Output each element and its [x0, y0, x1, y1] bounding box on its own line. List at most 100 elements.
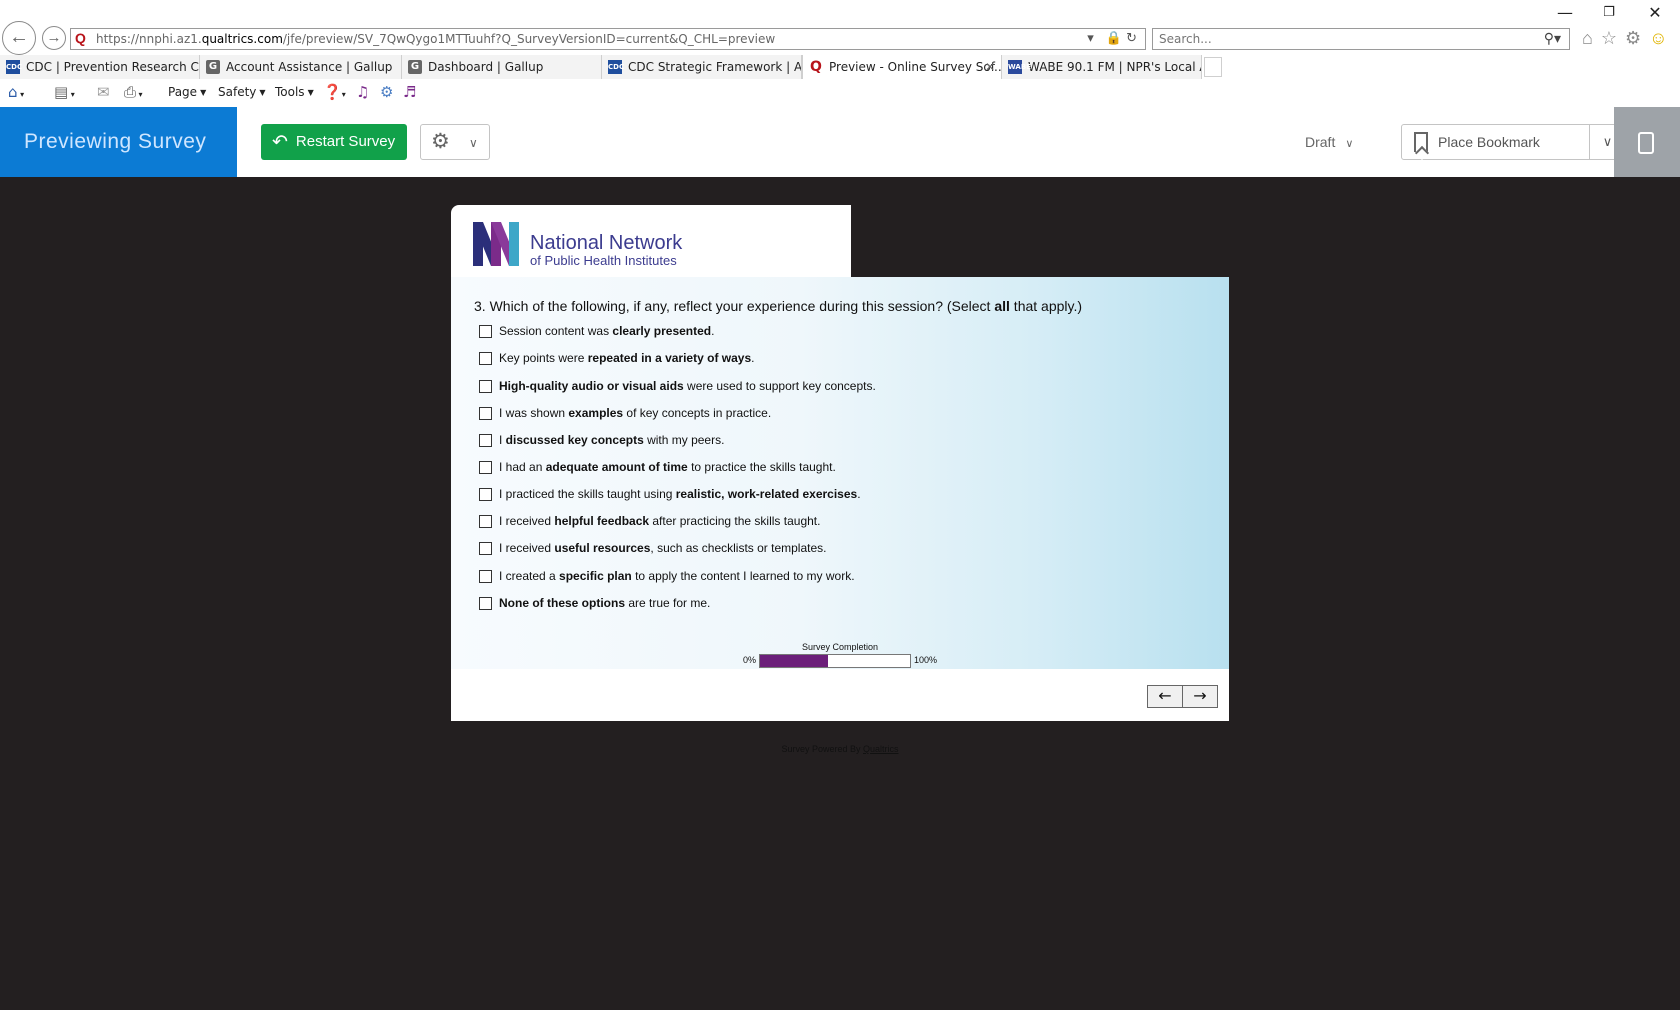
header-curve-decoration	[701, 205, 791, 277]
choice-label[interactable]: I received helpful feedback after practi…	[499, 511, 820, 531]
chevron-down-icon: ∨	[1602, 134, 1613, 149]
choice-checkbox[interactable]	[479, 380, 492, 393]
cdc-favicon-icon: CDC	[6, 60, 22, 74]
nnphi-logo-text: National Network of Public Health Instit…	[530, 232, 683, 268]
gear-icon: ⚙	[431, 130, 450, 153]
choice-label[interactable]: I had an adequate amount of time to prac…	[499, 457, 836, 477]
tab-wabe[interactable]: WABEWABE 90.1 FM | NPR's Local At...	[1002, 55, 1202, 79]
tab-gallup-account[interactable]: G Account Assistance | Gallup	[200, 55, 402, 79]
mobile-preview-button[interactable]	[1614, 107, 1680, 177]
address-actions[interactable]: ▾ 🔒↻	[1087, 31, 1141, 46]
feeds-icon[interactable]: ▤ ▾	[54, 83, 75, 101]
safety-menu[interactable]: Safety ▼	[218, 85, 266, 99]
qualtrics-favicon-icon: Q	[75, 30, 86, 46]
survey-header: National Network of Public Health Instit…	[451, 205, 1229, 277]
address-bar[interactable]: Q https://nnphi.az1.qualtrics.com/jfe/pr…	[70, 28, 1146, 50]
addon-gear-icon[interactable]: ⚙	[380, 83, 393, 101]
browser-search-input[interactable]	[1159, 31, 1509, 47]
choice-checkbox[interactable]	[479, 597, 492, 610]
next-button[interactable]: →	[1182, 685, 1218, 708]
choice-label[interactable]: High-quality audio or visual aids were u…	[499, 376, 876, 396]
undo-arrow-icon: ↶	[272, 132, 288, 153]
settings-gear-icon[interactable]: ⚙	[1625, 28, 1649, 48]
onenote-icon[interactable]: ♫	[356, 83, 369, 101]
choice-label[interactable]: None of these options are true for me.	[499, 593, 710, 613]
tab-strip: CDC CDC | Prevention Research Ce... G Acco…	[0, 55, 1680, 79]
close-tab-icon[interactable]: ✕	[985, 55, 995, 79]
qualtrics-favicon-icon: Q	[810, 59, 822, 75]
tab-cdc-framework[interactable]: CDC CDC Strategic Framework | Ab...	[602, 55, 802, 79]
choice-label[interactable]: I received useful resources, such as che…	[499, 538, 826, 558]
address-url: https://nnphi.az1.qualtrics.com/jfe/prev…	[96, 32, 776, 46]
choice-checkbox[interactable]	[479, 488, 492, 501]
mobile-device-icon	[1638, 132, 1654, 154]
progress-min-label: 0%	[743, 655, 757, 665]
addon-icon[interactable]: ♬	[403, 83, 416, 101]
minimize-icon[interactable]: —	[1542, 0, 1588, 26]
choice-label[interactable]: Key points were repeated in a variety of…	[499, 348, 754, 368]
draft-version-dropdown[interactable]: Draft ∨	[1305, 134, 1353, 150]
home-icon[interactable]: ⌂ ▾	[8, 83, 24, 101]
mail-icon[interactable]: ✉	[97, 83, 110, 101]
browser-chrome: — ❐ ✕ ← → Q https://nnphi.az1.qualtrics.…	[0, 0, 1680, 107]
help-icon[interactable]: ❓▾	[323, 83, 346, 101]
restart-survey-button[interactable]: ↶ Restart Survey	[261, 124, 407, 160]
progress-bar	[759, 654, 911, 668]
qualtrics-link[interactable]: Qualtrics	[863, 744, 899, 754]
question-body: 3. Which of the following, if any, refle…	[451, 277, 1229, 669]
progress-bar-fill	[760, 655, 828, 667]
question-text: 3. Which of the following, if any, refle…	[474, 298, 1083, 314]
gallup-favicon-icon: G	[206, 60, 220, 74]
nnphi-logo-icon	[473, 222, 519, 266]
search-icon[interactable]: ⚲▾	[1544, 30, 1561, 47]
close-window-icon[interactable]: ✕	[1632, 0, 1678, 26]
progress-max-label: 100%	[914, 655, 938, 665]
powered-by-footer: Survey Powered By Qualtrics	[781, 744, 899, 754]
command-bar: ⌂ ▾ ▤ ▾ ✉ ⎙ ▾ Page ▼ Safety ▼ Tools ▼ ❓▾ ♫ …	[0, 80, 1680, 106]
previous-button[interactable]: ←	[1147, 685, 1183, 708]
tab-cdc-prevention[interactable]: CDC CDC | Prevention Research Ce...	[0, 55, 200, 79]
tab-gallup-dashboard[interactable]: G Dashboard | Gallup	[402, 55, 602, 79]
choice-checkbox[interactable]	[479, 542, 492, 555]
home-icon[interactable]: ⌂	[1582, 28, 1601, 48]
cdc-favicon-icon: CDC	[608, 60, 624, 74]
progress-label: Survey Completion	[801, 642, 879, 652]
lock-icon[interactable]: 🔒	[1106, 31, 1126, 46]
dropdown-icon[interactable]: ▾	[1087, 31, 1098, 46]
choice-checkbox[interactable]	[479, 352, 492, 365]
tools-menu[interactable]: Tools ▼	[275, 85, 314, 99]
preview-options-button[interactable]: ⚙ ∨	[420, 124, 490, 160]
survey-nav-footer: ← →	[451, 669, 1229, 721]
choice-label[interactable]: I was shown examples of key concepts in …	[499, 403, 771, 423]
tab-preview-survey[interactable]: Q Preview - Online Survey Sof... ✕	[802, 55, 1002, 79]
previewing-survey-title: Previewing Survey	[0, 107, 237, 177]
choice-label[interactable]: Session content was clearly presented.	[499, 321, 714, 341]
new-tab-button[interactable]	[1204, 57, 1222, 77]
choice-checkbox[interactable]	[479, 325, 492, 338]
bookmark-icon	[1414, 132, 1428, 152]
print-icon[interactable]: ⎙ ▾	[124, 83, 143, 101]
page-menu[interactable]: Page ▼	[168, 85, 206, 99]
choice-checkbox[interactable]	[479, 407, 492, 420]
feedback-smiley-icon[interactable]: ☺	[1649, 28, 1675, 48]
choice-label[interactable]: I discussed key concepts with my peers.	[499, 430, 724, 450]
choice-checkbox[interactable]	[479, 434, 492, 447]
forward-button[interactable]: →	[42, 26, 66, 50]
chevron-down-icon: ∨	[1345, 138, 1354, 150]
favorites-star-icon[interactable]: ☆	[1601, 28, 1625, 48]
restore-icon[interactable]: ❐	[1586, 0, 1632, 26]
place-bookmark-button[interactable]: Place Bookmark	[1401, 124, 1590, 160]
chrome-toolbar-icons: ⌂☆⚙☺	[1582, 28, 1676, 49]
choice-checkbox[interactable]	[479, 461, 492, 474]
back-button[interactable]: ←	[2, 21, 36, 55]
choice-label[interactable]: I practiced the skills taught using real…	[499, 484, 861, 504]
wabe-favicon-icon: WABE	[1008, 60, 1031, 74]
preview-toolbar: Previewing Survey ↶ Restart Survey ⚙ ∨ Dra…	[0, 107, 1680, 177]
choice-label[interactable]: I created a specific plan to apply the c…	[499, 566, 855, 586]
gallup-favicon-icon: G	[408, 60, 422, 74]
choice-checkbox[interactable]	[479, 515, 492, 528]
browser-search-box[interactable]: ⚲▾	[1152, 28, 1570, 50]
choice-checkbox[interactable]	[479, 570, 492, 583]
refresh-icon[interactable]: ↻	[1126, 31, 1141, 46]
chevron-down-icon: ∨	[469, 136, 478, 150]
